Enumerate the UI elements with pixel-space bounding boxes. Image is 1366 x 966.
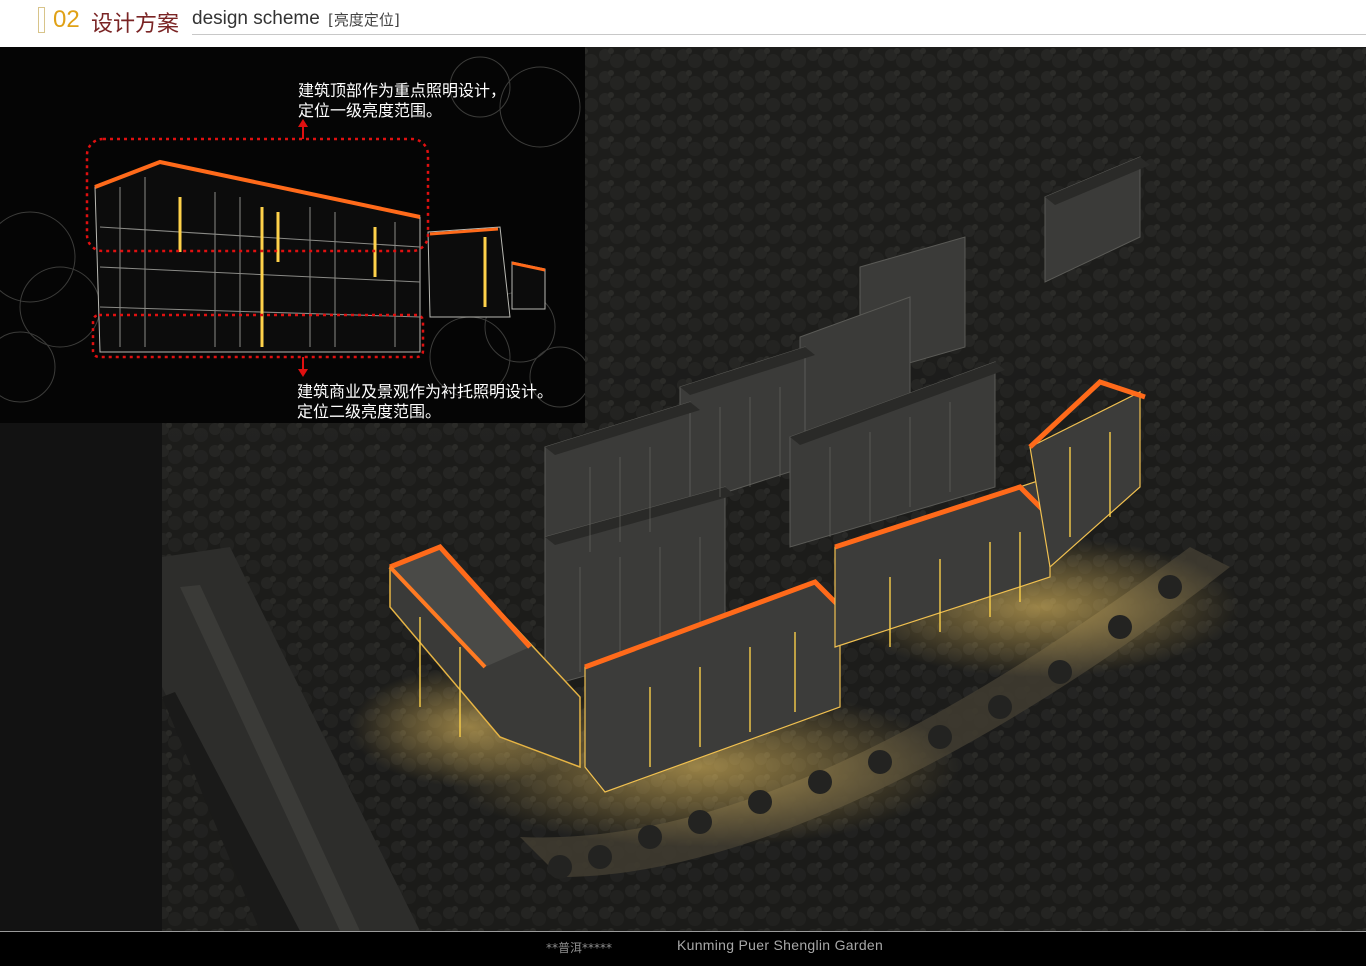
footer-project-cn: **普洱***** bbox=[546, 941, 613, 955]
footer-project-en: Kunming Puer Shenglin Garden bbox=[677, 937, 884, 953]
section-number: 02 bbox=[53, 6, 80, 33]
section-tag: [亮度定位] bbox=[328, 11, 400, 29]
page-header: 02 设计方案 design scheme [亮度定位] bbox=[0, 0, 1366, 47]
elevation-inset: 建筑顶部作为重点照明设计， 定位一级亮度范围。 建筑商业及景观作为衬托照明设计。… bbox=[0, 47, 585, 423]
roof-lighting-callout: 建筑顶部作为重点照明设计， 定位一级亮度范围。 bbox=[298, 81, 506, 121]
base-lighting-callout: 建筑商业及景观作为衬托照明设计。 定位二级亮度范围。 bbox=[297, 382, 553, 422]
callout-top-line1: 建筑顶部作为重点照明设计， bbox=[298, 81, 507, 100]
callout-bottom-line2: 定位二级亮度范围。 bbox=[297, 402, 442, 421]
callout-bottom-line1: 建筑商业及景观作为衬托照明设计。 bbox=[297, 382, 554, 401]
section-title-en: design scheme bbox=[192, 8, 320, 29]
header-bracket-mark bbox=[38, 7, 45, 33]
header-rule bbox=[192, 34, 1366, 35]
page-footer: **普洱***** Kunming Puer Shenglin Garden bbox=[0, 931, 1366, 966]
section-title: 设计方案 bbox=[91, 12, 180, 37]
callout-top-line2: 定位一级亮度范围。 bbox=[298, 101, 443, 120]
